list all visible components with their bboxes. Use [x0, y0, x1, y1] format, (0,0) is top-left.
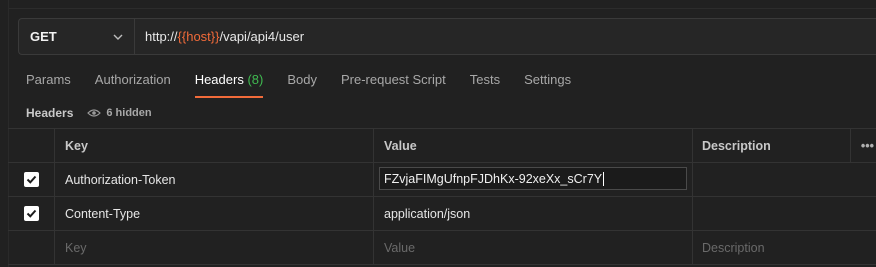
tab-label: Authorization: [94, 72, 171, 87]
checkbox-cell: [8, 163, 54, 196]
header-value: FZvjaFIMgUfnpFJDhKx-92xeXx_sCr7Y: [384, 171, 603, 186]
key-cell[interactable]: Authorization-Token: [54, 163, 373, 196]
headers-section-label: Headers: [26, 106, 74, 120]
url-suffix: /vapi/api4/user: [219, 29, 305, 44]
table-header-row: Key Value Description •••: [8, 128, 876, 163]
top-divider: [8, 0, 876, 9]
description-column-header: Description: [692, 129, 850, 162]
checkbox-cell: [8, 231, 54, 264]
value-cell[interactable]: FZvjaFIMgUfnpFJDhKx-92xeXx_sCr7Y: [373, 163, 692, 196]
tab-label: Pre-request Script: [340, 72, 446, 87]
tab-label: Headers: [194, 72, 244, 87]
header-value: application/json: [384, 206, 471, 221]
description-cell[interactable]: [692, 197, 850, 230]
checkbox-column-header: [8, 129, 54, 162]
tab-label: Tests: [469, 72, 501, 87]
tab-label: Settings: [524, 72, 572, 87]
tab-params[interactable]: Params: [26, 66, 71, 98]
text-caret: [603, 171, 605, 186]
new-value-input[interactable]: Value: [373, 231, 692, 264]
value-input[interactable]: FZvjaFIMgUfnpFJDhKx-92xeXx_sCr7Y: [379, 167, 687, 190]
tab-pre-request-script[interactable]: Pre-request Script: [341, 66, 446, 98]
checkmark-icon: [26, 209, 36, 218]
headers-table: Key Value Description ••• Authorization-…: [8, 128, 876, 265]
description-cell[interactable]: [692, 163, 850, 196]
new-key-input[interactable]: Key: [54, 231, 373, 264]
row-checkbox[interactable]: [23, 172, 39, 187]
table-row: Content-Type application/json: [8, 197, 876, 231]
url-input[interactable]: http://{{host}}/vapi/api4/user: [135, 19, 876, 54]
more-options-icon[interactable]: •••: [850, 129, 876, 162]
tab-tests[interactable]: Tests: [470, 66, 500, 98]
table-row-new: Key Value Description: [8, 231, 876, 265]
url-prefix: http://: [145, 29, 178, 44]
header-key: Content-Type: [65, 206, 141, 221]
tab-settings[interactable]: Settings: [524, 66, 571, 98]
tab-label: Params: [26, 72, 71, 87]
header-key: Authorization-Token: [65, 172, 176, 187]
value-cell[interactable]: application/json: [373, 197, 692, 230]
checkmark-icon: [26, 175, 36, 184]
request-url-bar: GET http://{{host}}/vapi/api4/user: [18, 18, 876, 55]
row-checkbox[interactable]: [23, 206, 39, 221]
url-variable: {{host}}: [177, 29, 220, 44]
method-label: GET: [30, 29, 57, 44]
key-cell[interactable]: Content-Type: [54, 197, 373, 230]
checkbox-cell: [8, 197, 54, 230]
tab-headers[interactable]: Headers (8): [194, 66, 264, 98]
tab-count-badge: (8): [247, 72, 264, 87]
tab-label: Body: [287, 72, 317, 87]
hidden-headers-toggle[interactable]: 6 hidden: [106, 107, 151, 119]
headers-subheader: Headers 6 hidden: [26, 103, 152, 123]
tab-authorization[interactable]: Authorization: [95, 66, 171, 98]
method-select[interactable]: GET: [19, 19, 135, 54]
value-column-header: Value: [373, 129, 692, 162]
new-description-input[interactable]: Description: [692, 231, 850, 264]
eye-icon[interactable]: [87, 108, 102, 118]
table-row: Authorization-Token FZvjaFIMgUfnpFJDhKx-…: [8, 163, 876, 197]
chevron-down-icon: [113, 34, 123, 40]
tab-body[interactable]: Body: [287, 66, 317, 98]
key-column-header: Key: [54, 129, 373, 162]
request-tabs: Params Authorization Headers (8) Body Pr…: [26, 66, 595, 98]
